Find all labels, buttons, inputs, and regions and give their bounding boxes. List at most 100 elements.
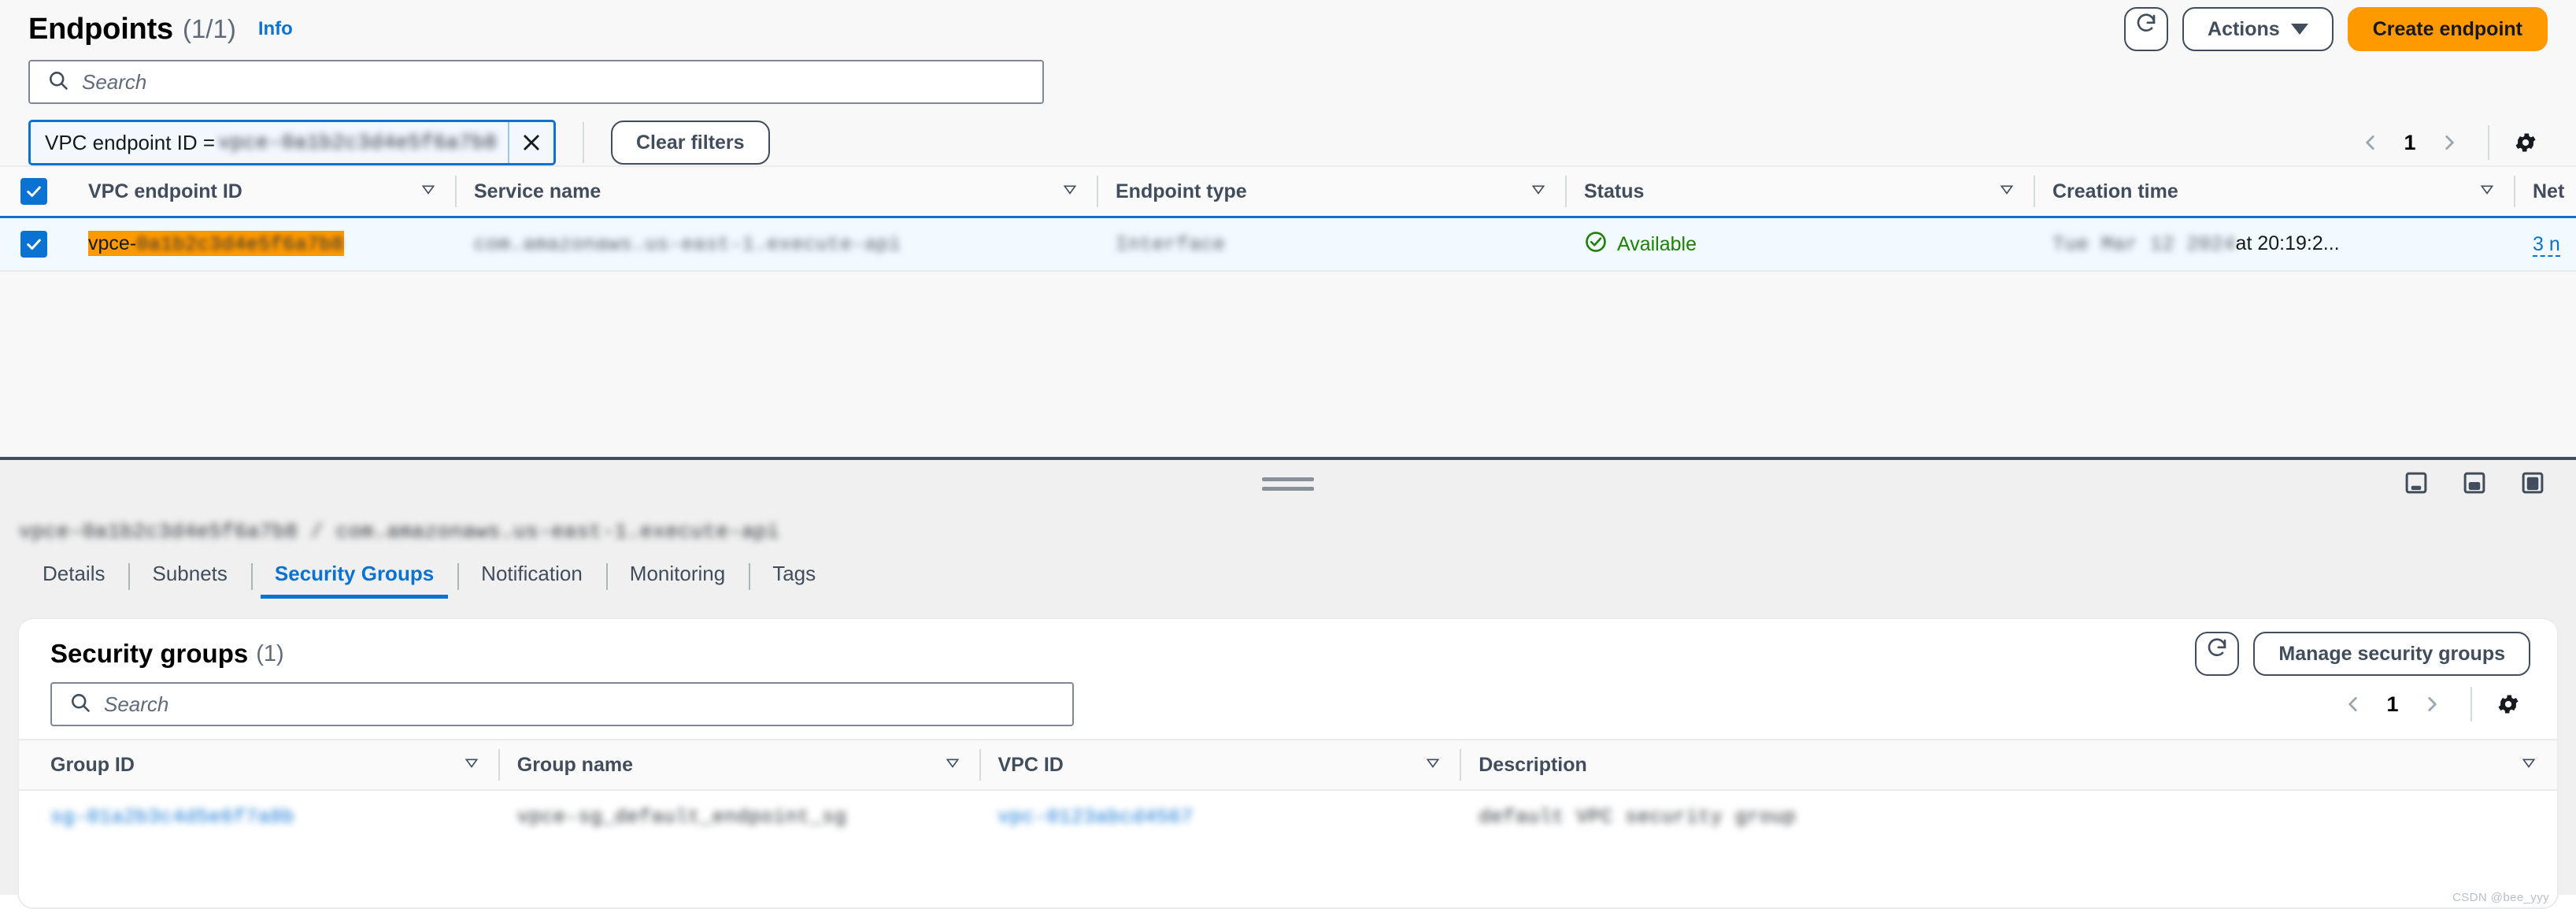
header-actions: Actions Create endpoint	[2124, 7, 2548, 51]
pagination-page-1[interactable]: 1	[2378, 692, 2408, 717]
sort-icon[interactable]	[1425, 754, 1441, 777]
cell-service-name: com.amazonaws.us-east-1.execute-api	[457, 216, 1098, 272]
sort-icon[interactable]	[1062, 180, 1078, 203]
security-groups-header: Security groups (1) Manage security grou…	[19, 619, 2557, 676]
filter-row: VPC endpoint ID = vpce-0a1b2c3d4e5f6a7b8…	[0, 120, 2576, 165]
sort-icon[interactable]	[1530, 180, 1546, 203]
service-name-redacted: com.amazonaws.us-east-1.execute-api	[474, 232, 901, 256]
network-interfaces-link[interactable]: 3 n	[2533, 232, 2560, 257]
endpoints-panel: Endpoints (1/1) Info Actions Create endp…	[0, 0, 2576, 457]
search-input[interactable]: Search	[28, 60, 1044, 104]
column-header-group-name[interactable]: Group name	[499, 739, 981, 791]
panel-large-icon[interactable]	[2521, 471, 2545, 499]
pagination-next-icon[interactable]	[2425, 121, 2474, 165]
cell-network-interfaces[interactable]: 3 n	[2515, 216, 2576, 272]
column-header-service-name[interactable]: Service name	[457, 165, 1098, 218]
refresh-icon	[2134, 9, 2158, 50]
row-select-cell	[0, 216, 71, 272]
column-label: Creation time	[2052, 180, 2178, 202]
cell-status: Available	[1567, 216, 2035, 272]
refresh-button[interactable]	[2124, 7, 2169, 51]
select-all-header	[0, 165, 71, 218]
column-header-network-interfaces[interactable]: Net	[2515, 165, 2576, 218]
refresh-icon	[2205, 633, 2229, 674]
split-panel-size-presets	[2404, 471, 2545, 499]
tab-notification[interactable]: Notification	[457, 562, 606, 599]
column-label: Description	[1479, 753, 1587, 776]
actions-button[interactable]: Actions	[2182, 7, 2334, 51]
endpoint-type-redacted: Interface	[1116, 232, 1226, 256]
column-header-creation-time[interactable]: Creation time	[2035, 165, 2515, 218]
select-all-checkbox[interactable]	[20, 177, 47, 205]
security-groups-search-input[interactable]: Search	[50, 682, 1074, 726]
split-panel-resource-title: vpce-0a1b2c3d4e5f6a7b8 / com.amazonaws.u…	[0, 506, 2576, 547]
table-row[interactable]: vpce-0a1b2c3d4e5f6a7b8 com.amazonaws.us-…	[0, 216, 2576, 272]
sort-icon[interactable]	[1999, 180, 2015, 203]
pagination-prev-icon[interactable]	[2329, 682, 2378, 726]
cell-vpc-id[interactable]: vpc-0123abcd4567	[981, 790, 1462, 843]
status-label: Available	[1617, 232, 1697, 255]
tab-monitoring[interactable]: Monitoring	[605, 562, 749, 599]
column-label: Service name	[474, 180, 601, 202]
creation-time-text: at 20:19:2...	[2235, 232, 2340, 255]
cell-group-name: vpce-sg_default_endpoint_sg	[500, 790, 981, 843]
tab-tags[interactable]: Tags	[749, 562, 839, 599]
column-header-status[interactable]: Status	[1567, 165, 2035, 218]
filter-token[interactable]: VPC endpoint ID = vpce-0a1b2c3d4e5f6a7b8	[28, 120, 556, 165]
manage-security-groups-button[interactable]: Manage security groups	[2253, 632, 2530, 676]
vpc-endpoint-id-prefix: vpce-	[88, 232, 137, 255]
cell-group-id[interactable]: sg-01a2b3c4d5e6f7a8b	[19, 790, 500, 843]
filter-token-text: VPC endpoint ID = vpce-0a1b2c3d4e5f6a7b8	[31, 131, 508, 155]
filter-token-remove-icon[interactable]	[508, 122, 553, 163]
tab-security-groups[interactable]: Security Groups	[250, 562, 457, 599]
tab-subnets[interactable]: Subnets	[128, 562, 250, 599]
sort-icon[interactable]	[945, 754, 960, 777]
pagination-next-icon[interactable]	[2408, 682, 2456, 726]
pagination-page-1[interactable]: 1	[2395, 131, 2425, 155]
sort-icon[interactable]	[2521, 754, 2537, 777]
search-icon	[47, 69, 69, 95]
search-placeholder: Search	[104, 692, 169, 716]
status-available-icon	[1584, 230, 1608, 259]
info-link[interactable]: Info	[258, 18, 293, 40]
column-label: Status	[1584, 180, 1645, 202]
column-header-vpc-endpoint-id[interactable]: VPC endpoint ID	[71, 165, 457, 218]
column-label: Net	[2533, 180, 2565, 202]
security-groups-actions: Manage security groups	[2195, 632, 2530, 676]
pagination-prev-icon[interactable]	[2346, 121, 2395, 165]
security-groups-refresh-button[interactable]	[2195, 632, 2240, 676]
search-icon	[69, 692, 91, 718]
vpc-id-link-redacted[interactable]: vpc-0123abcd4567	[998, 806, 1194, 829]
column-header-endpoint-type[interactable]: Endpoint type	[1098, 165, 1567, 218]
group-id-link-redacted[interactable]: sg-01a2b3c4d5e6f7a8b	[50, 806, 294, 829]
endpoints-header: Endpoints (1/1) Info Actions Create endp…	[0, 0, 2576, 58]
split-panel-drag-handle[interactable]	[1262, 477, 1314, 496]
clear-filters-button[interactable]: Clear filters	[611, 121, 770, 165]
page-title: Endpoints	[28, 12, 173, 46]
search-placeholder: Search	[82, 69, 147, 94]
table-preferences-gear-icon[interactable]	[2504, 121, 2548, 165]
filter-token-value: vpce-0a1b2c3d4e5f6a7b8	[218, 131, 498, 154]
column-header-group-id[interactable]: Group ID	[19, 739, 500, 791]
tab-details[interactable]: Details	[19, 562, 128, 599]
create-endpoint-button[interactable]: Create endpoint	[2347, 7, 2548, 51]
panel-small-icon[interactable]	[2404, 471, 2428, 499]
row-checkbox[interactable]	[20, 230, 47, 258]
status-badge: Available	[1584, 230, 2035, 259]
sort-icon[interactable]	[464, 754, 479, 777]
pagination-divider	[2471, 687, 2472, 722]
cell-vpc-endpoint-id[interactable]: vpce-0a1b2c3d4e5f6a7b8	[71, 216, 457, 272]
vpc-endpoint-id-highlight: vpce-0a1b2c3d4e5f6a7b8	[88, 231, 344, 257]
security-groups-preferences-gear-icon[interactable]	[2486, 682, 2530, 726]
pagination: 1	[2329, 682, 2456, 726]
sort-icon[interactable]	[420, 180, 436, 203]
column-header-vpc-id[interactable]: VPC ID	[980, 739, 1462, 791]
sort-icon[interactable]	[2479, 180, 2495, 203]
table-row[interactable]: sg-01a2b3c4d5e6f7a8b vpce-sg_default_end…	[19, 790, 2557, 843]
cell-endpoint-type: Interface	[1098, 216, 1567, 272]
column-header-description[interactable]: Description	[1461, 739, 2557, 791]
panel-medium-icon[interactable]	[2463, 471, 2486, 499]
column-label: Endpoint type	[1116, 180, 1247, 202]
security-groups-search-row: Search 1	[19, 671, 2557, 726]
security-groups-card: Security groups (1) Manage security grou…	[17, 618, 2559, 909]
